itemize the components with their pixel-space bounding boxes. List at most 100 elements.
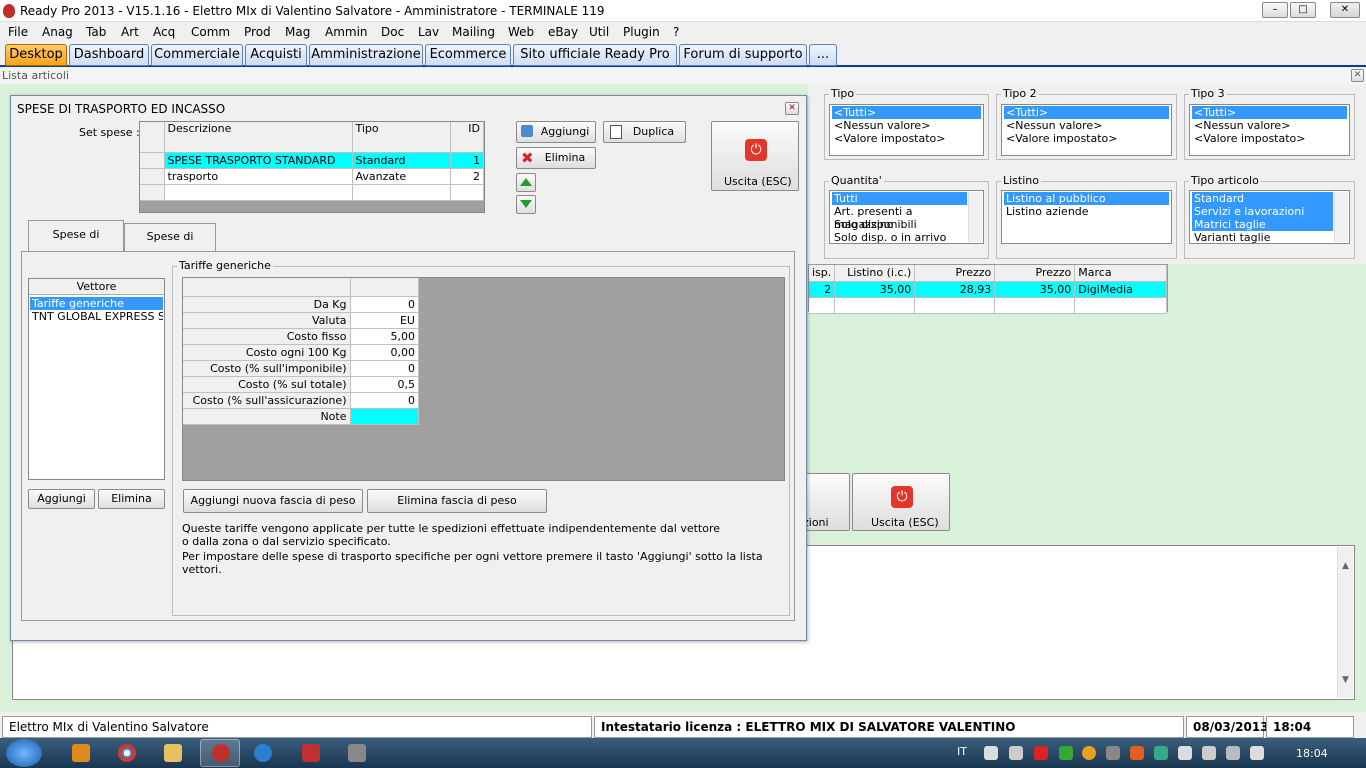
menu-ammin[interactable]: Ammin <box>325 25 368 39</box>
list-item[interactable]: Listino aziende <box>1004 205 1169 218</box>
tab-ecommerce[interactable]: Ecommerce <box>425 44 511 66</box>
list-item[interactable]: <Valore impostato> <box>1192 132 1347 145</box>
col-header[interactable]: Descrizione <box>164 122 353 153</box>
list-item[interactable]: <Nessun valore> <box>832 119 981 132</box>
filter-tipo-articolo-list[interactable]: Standard Servizi e lavorazioni Matrici t… <box>1189 190 1350 244</box>
start-button-icon[interactable] <box>6 739 42 767</box>
tariffe-grid[interactable]: Da Kg 0 Valuta EU Costo fisso 5,00 Costo og… <box>182 277 785 481</box>
tab-amministrazione[interactable]: Amministrazione <box>309 44 423 66</box>
menu-art[interactable]: Art <box>121 25 139 39</box>
list-item[interactable]: <Tutti> <box>1192 106 1347 119</box>
list-item[interactable]: <Valore impostato> <box>832 132 981 145</box>
table-row[interactable]: Costo ogni 100 Kg 0,00 <box>183 344 419 361</box>
table-row[interactable]: Costo fisso 5,00 <box>183 328 419 345</box>
tab-more[interactable]: ... <box>809 44 837 66</box>
volume-icon[interactable] <box>1250 746 1264 760</box>
cell[interactable]: EU <box>350 312 419 329</box>
tray-icon[interactable] <box>1154 746 1168 760</box>
scroll-up-icon[interactable]: ▲ <box>1338 561 1353 571</box>
col-header[interactable]: isp. <box>809 265 836 282</box>
set-spese-grid[interactable]: Descrizione Tipo ID SPESE TRASPORTO STAN… <box>139 121 485 213</box>
filter-quantita-list[interactable]: Tutti Art. presenti a magazzino Solo dis… <box>829 190 984 244</box>
menu-tab[interactable]: Tab <box>86 25 106 39</box>
table-row[interactable]: Costo (% sull'imponibile) 0 <box>183 360 419 377</box>
note-cell[interactable] <box>350 408 419 425</box>
filter-tipo3-list[interactable]: <Tutti> <Nessun valore> <Valore impostat… <box>1189 104 1350 156</box>
list-item[interactable]: <Tutti> <box>1004 106 1169 119</box>
table-row[interactable] <box>140 184 484 201</box>
app-gray-icon[interactable] <box>348 744 366 762</box>
list-item[interactable]: <Nessun valore> <box>1192 119 1347 132</box>
carrier-add-button[interactable]: Aggiungi <box>28 489 95 509</box>
carrier-list[interactable]: Vettore Tariffe generiche TNT GLOBAL EXP… <box>28 278 165 480</box>
list-item[interactable]: Varianti taglie <box>1192 231 1333 244</box>
tab-forum[interactable]: Forum di supporto <box>679 44 807 66</box>
set-add-button[interactable]: Aggiungi <box>516 121 596 143</box>
table-row[interactable]: Costo (% sull'assicurazione) 0 <box>183 392 419 409</box>
quantita-scrollbar[interactable] <box>968 192 982 242</box>
flag-icon[interactable] <box>1178 746 1192 760</box>
tab-desktop[interactable]: Desktop <box>5 44 67 66</box>
filter-listino-list[interactable]: Listino al pubblico Listino aziende <box>1001 190 1172 244</box>
table-row[interactable]: Da Kg 0 <box>183 296 419 313</box>
scroll-down-icon[interactable]: ▼ <box>1338 675 1353 685</box>
list-item[interactable]: Servizi e lavorazioni <box>1192 205 1333 218</box>
cell[interactable]: 0 <box>350 392 419 409</box>
menu-mag[interactable]: Mag <box>285 25 310 39</box>
carrier-delete-button[interactable]: Elimina <box>98 489 165 509</box>
table-row[interactable]: 2 35,00 28,93 35,00 DigiMedia <box>809 281 1167 298</box>
ie-icon[interactable] <box>254 744 272 762</box>
menu-anag[interactable]: Anag <box>42 25 73 39</box>
bg-exit-button[interactable]: ⏻ Uscita (ESC) <box>852 473 950 531</box>
table-row[interactable] <box>809 297 1167 314</box>
move-up-button[interactable] <box>516 173 536 192</box>
list-item[interactable]: Standard <box>1192 192 1333 205</box>
menu-help[interactable]: ? <box>673 25 679 39</box>
list-item[interactable]: <Nessun valore> <box>1004 119 1169 132</box>
close-button[interactable]: ✕ <box>1330 2 1360 18</box>
tab-commerciale[interactable]: Commerciale <box>151 44 243 66</box>
tray-icon[interactable] <box>984 746 998 760</box>
tray-icon[interactable] <box>1130 746 1144 760</box>
tab-spese-trasporto[interactable]: Spese di trasporto <box>28 220 124 269</box>
menu-comm[interactable]: Comm <box>191 25 230 39</box>
carrier-item[interactable]: Tariffe generiche <box>30 297 163 310</box>
cell[interactable]: 0 <box>350 360 419 377</box>
tray-icon[interactable] <box>1082 746 1096 760</box>
cell[interactable]: 5,00 <box>350 328 419 345</box>
tipo-articolo-scrollbar[interactable] <box>1334 192 1348 242</box>
move-down-button[interactable] <box>516 195 536 214</box>
menu-lav[interactable]: Lav <box>418 25 439 39</box>
tray-icon[interactable] <box>1009 746 1023 760</box>
minimize-button[interactable]: – <box>1262 2 1288 18</box>
network-icon[interactable] <box>1226 746 1240 760</box>
maximize-button[interactable]: □ <box>1290 2 1316 18</box>
cell[interactable]: 0,00 <box>350 344 419 361</box>
carrier-item[interactable]: TNT GLOBAL EXPRESS SF <box>30 310 163 323</box>
table-row[interactable]: Costo (% sul totale) 0,5 <box>183 376 419 393</box>
col-header[interactable]: Marca <box>1074 265 1167 282</box>
tab-dashboard[interactable]: Dashboard <box>69 44 149 66</box>
app-red-icon[interactable] <box>302 744 320 762</box>
tray-language[interactable]: IT <box>957 745 967 758</box>
add-weight-band-button[interactable]: Aggiungi nuova fascia di peso <box>183 489 363 513</box>
col-header[interactable]: Prezzo <box>914 265 996 282</box>
list-item[interactable]: Solo disponibili <box>832 218 967 231</box>
taskbar-clock[interactable]: 18:04 <box>1296 747 1328 760</box>
tab-sito-ufficiale[interactable]: Sito ufficiale Ready Pro <box>513 44 677 66</box>
menu-web[interactable]: Web <box>508 25 534 39</box>
tray-icon[interactable] <box>1106 746 1120 760</box>
table-row[interactable]: trasporto Avanzate 2 <box>140 168 484 185</box>
set-duplicate-button[interactable]: Duplica <box>603 121 686 143</box>
list-item[interactable]: <Valore impostato> <box>1004 132 1169 145</box>
tray-icon[interactable] <box>1034 746 1048 760</box>
taskbar-readypro[interactable] <box>200 739 240 767</box>
tab-spese-incasso[interactable]: Spese di incasso <box>124 223 216 269</box>
col-header[interactable]: Tipo <box>352 122 451 153</box>
menu-acq[interactable]: Acq <box>153 25 175 39</box>
col-header[interactable]: Listino (i.c.) <box>834 265 916 282</box>
list-item[interactable]: Art. presenti a magazzino <box>832 205 967 231</box>
list-item[interactable]: Tutti <box>832 192 967 205</box>
list-item[interactable]: <Tutti> <box>832 106 981 119</box>
menu-mailing[interactable]: Mailing <box>452 25 495 39</box>
